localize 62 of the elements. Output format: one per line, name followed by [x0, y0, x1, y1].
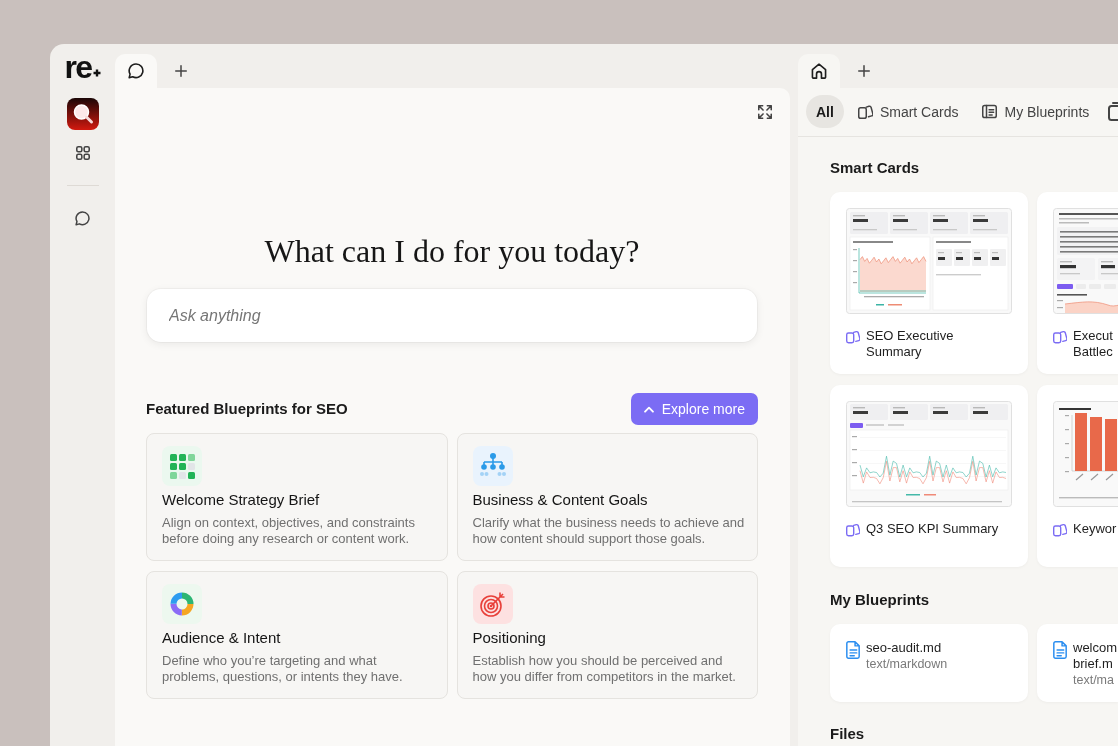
- logo-text: re: [64, 51, 92, 83]
- file-icon: [846, 640, 860, 660]
- filter-chip[interactable]: Smart Cards: [847, 95, 969, 128]
- expand-icon[interactable]: [758, 105, 772, 119]
- ask-input-field[interactable]: Ask anything: [147, 289, 757, 342]
- cards-icon: [857, 104, 873, 119]
- section-heading: My Blueprints: [830, 590, 931, 610]
- card-title: Welcome Strategy Brief: [162, 490, 320, 510]
- cards-icon: [1053, 522, 1067, 537]
- file-icon: [1053, 640, 1067, 660]
- target-icon: [472, 584, 513, 624]
- cards-icon: [1053, 329, 1067, 344]
- plus-icon[interactable]: [858, 65, 870, 77]
- blueprint-icon: [982, 104, 998, 119]
- filter-chip[interactable]: My Blueprints: [972, 95, 1100, 128]
- plus-mark-icon: [92, 69, 101, 77]
- card-title: Business & Content Goals: [472, 490, 648, 510]
- section-heading: Featured Blueprints for SEO: [146, 399, 348, 419]
- tab[interactable]: [115, 54, 157, 88]
- file-type: text/markdown: [866, 656, 948, 672]
- smart-card[interactable]: Execut Battlec: [1037, 192, 1118, 374]
- card-title: Audience & Intent: [162, 628, 281, 648]
- chevron-up-icon: [643, 405, 654, 413]
- card-title: Positioning: [472, 628, 546, 648]
- blueprint-card[interactable]: Business & Content Goals Clarify what the business needs to achieve and how content should support those goals.: [456, 433, 758, 561]
- card-description: Align on context, objectives, and constraints before doing any research or content work.: [162, 515, 416, 547]
- card-title: Q3 SEO KPI Summary: [866, 521, 999, 537]
- tab[interactable]: [798, 54, 840, 88]
- blueprint-card[interactable]: Welcome Strategy Brief Align on context, objectives, and constraints before doing any research or content work.: [146, 433, 448, 561]
- smart-card[interactable]: Keywor: [1037, 385, 1118, 567]
- filter-chip[interactable]: All: [806, 95, 844, 128]
- file-type: text/ma: [1073, 672, 1114, 688]
- file-card[interactable]: seo-audit.md text/markdown: [830, 624, 1028, 702]
- explore-more-button[interactable]: Explore more: [630, 393, 758, 425]
- file-name: seo-audit.md: [866, 640, 942, 656]
- magnifier-app-icon[interactable]: [66, 98, 99, 130]
- hierarchy-icon: [472, 446, 513, 486]
- card-description: Clarify what the business needs to achieve and how content should support those goals.: [472, 515, 745, 547]
- smart-card[interactable]: SEO Executive Summary: [830, 192, 1028, 374]
- card-title: Keywor: [1073, 521, 1117, 537]
- card-description: Define who you’re targeting and what problems, questions, or intents they have.: [162, 653, 404, 685]
- grid-icon[interactable]: [75, 146, 90, 160]
- document-icon: [1108, 102, 1118, 121]
- blueprint-card[interactable]: Audience & Intent Define who you’re targeting and what problems, questions, or intents they have.: [146, 571, 448, 699]
- cards-icon: [846, 329, 860, 344]
- section-heading: Smart Cards: [830, 158, 921, 178]
- file-card[interactable]: welcom brief.m text/ma: [1037, 624, 1118, 702]
- blueprint-card[interactable]: Positioning Establish how you should be perceived and how you differ from competitors in the market.: [456, 571, 758, 699]
- chat-icon: [128, 63, 144, 79]
- section-heading: Files: [830, 724, 866, 744]
- smart-card[interactable]: Q3 SEO KPI Summary: [830, 385, 1028, 567]
- greeting-heading: What can I do for you today?: [263, 232, 641, 271]
- card-description: Establish how you should be perceived and how you differ from competitors in the market.: [472, 653, 737, 685]
- square-grid-icon: [162, 446, 202, 486]
- plus-icon[interactable]: [175, 65, 187, 77]
- card-title: SEO Executive Summary: [866, 328, 955, 360]
- card-title: Execut Battlec: [1073, 328, 1114, 360]
- file-name: welcom brief.m: [1073, 640, 1118, 672]
- cards-icon: [846, 522, 860, 537]
- ring-icon: [162, 584, 202, 624]
- home-icon: [811, 63, 827, 79]
- chat-icon[interactable]: [75, 211, 90, 226]
